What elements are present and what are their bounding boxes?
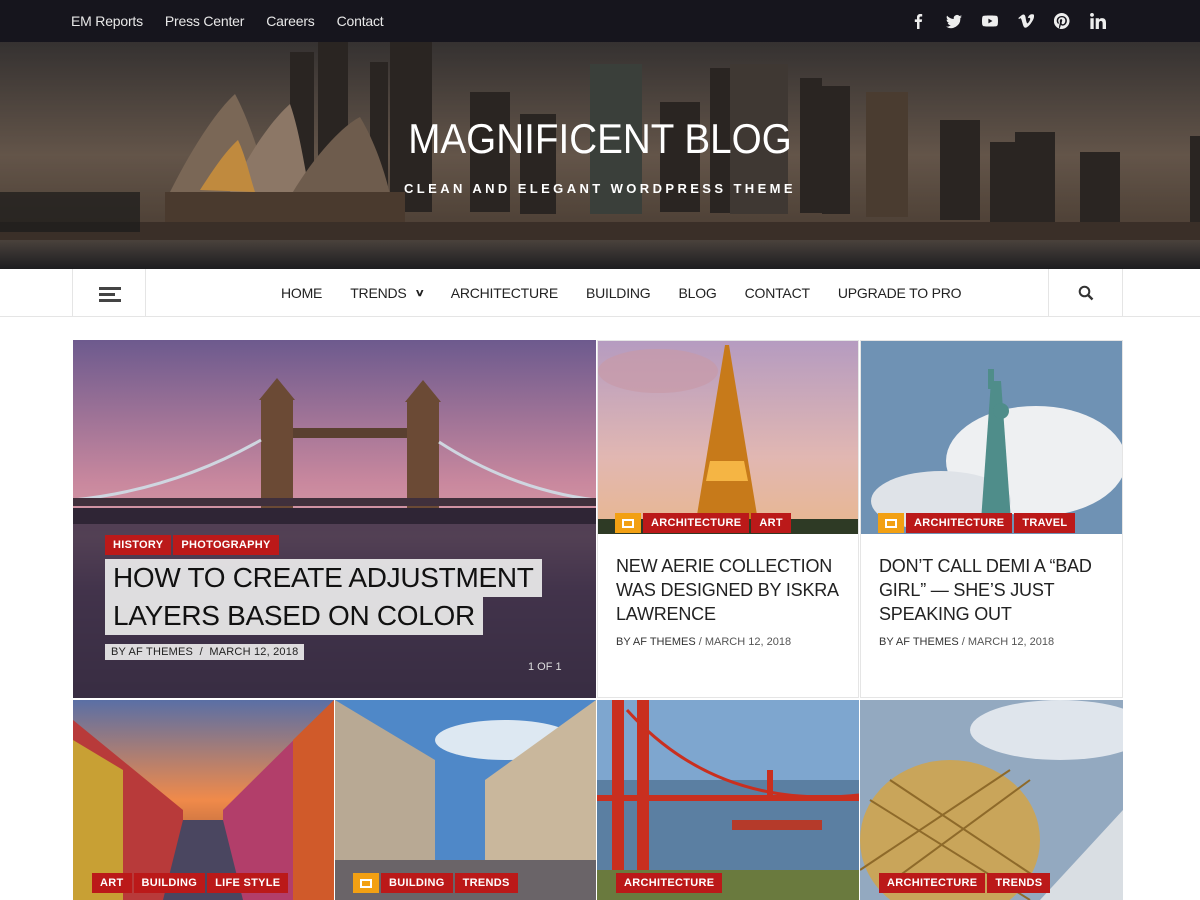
- tag-art[interactable]: ART: [92, 873, 132, 893]
- featured-title-line2[interactable]: LAYERS BASED ON COLOR: [105, 597, 483, 635]
- facebook-icon[interactable]: [900, 0, 936, 42]
- twitter-icon[interactable]: [936, 0, 972, 42]
- nav-label-blog: BLOG: [678, 285, 717, 301]
- top-link-careers[interactable]: Careers: [266, 13, 315, 29]
- bottom-tags-golden-gate: ARCHITECTURE: [616, 873, 724, 893]
- post-tags-aerie: ARCHITECTURE ART: [615, 513, 793, 533]
- top-bar: EM Reports Press Center Careers Contact: [0, 0, 1200, 42]
- bottom-tags-street: BUILDING TRENDS: [353, 873, 520, 893]
- bottom-card-golden-gate[interactable]: [597, 700, 859, 900]
- tag-life-style[interactable]: LIFE STYLE: [207, 873, 289, 893]
- post-author-demi[interactable]: BY AF THEMES: [879, 636, 959, 648]
- bottom-tags-pavilion: ARCHITECTURE TRENDS: [879, 873, 1052, 893]
- nav-label-home: HOME: [281, 285, 323, 301]
- gallery-format-icon: [878, 513, 904, 533]
- slide-counter: 1 OF 1: [528, 661, 562, 673]
- chevron-down-icon: ∨: [414, 287, 425, 299]
- tag-trends[interactable]: TRENDS: [454, 873, 518, 893]
- nav-item-blog[interactable]: BLOG: [679, 285, 717, 301]
- tag-architecture[interactable]: ARCHITECTURE: [643, 513, 750, 533]
- tag-art[interactable]: ART: [751, 513, 791, 533]
- featured-date: MARCH 12, 2018: [209, 646, 299, 658]
- nav-label-contact: CONTACT: [744, 285, 810, 301]
- regent-street-image: [335, 700, 596, 900]
- tag-photography[interactable]: PHOTOGRAPHY: [173, 535, 279, 555]
- site-header: MAGNIFICENT BLOG CLEAN AND ELEGANT WORDP…: [0, 42, 1200, 269]
- pinterest-icon[interactable]: [1044, 0, 1080, 42]
- top-link-em-reports[interactable]: EM Reports: [71, 13, 143, 29]
- nav-item-building[interactable]: BUILDING: [586, 285, 651, 301]
- featured-title-line1[interactable]: HOW TO CREATE ADJUSTMENT: [105, 559, 542, 597]
- featured-author[interactable]: BY AF THEMES: [111, 646, 193, 658]
- nav-item-upgrade[interactable]: UPGRADE TO PRO: [838, 285, 962, 301]
- statue-of-liberty-image: [861, 341, 1122, 534]
- bottom-card-canal[interactable]: [73, 700, 334, 900]
- nav-menu: HOME TRENDS ∨ ARCHITECTURE BUILDING BLOG …: [281, 269, 989, 317]
- nav-item-architecture[interactable]: ARCHITECTURE: [451, 285, 558, 301]
- bottom-card-street[interactable]: [335, 700, 596, 900]
- bottom-card-pavilion[interactable]: [860, 700, 1123, 900]
- tag-trends[interactable]: TRENDS: [987, 873, 1051, 893]
- post-meta-demi: BY AF THEMES / MARCH 12, 2018: [879, 636, 1111, 648]
- top-links: EM Reports Press Center Careers Contact: [71, 0, 405, 42]
- search-icon: [1078, 285, 1093, 301]
- post-title-aerie[interactable]: NEW AERIE COLLECTION WAS DESIGNED BY ISK…: [616, 554, 848, 626]
- image-format-icon: [615, 513, 641, 533]
- tag-travel[interactable]: TRAVEL: [1014, 513, 1076, 533]
- top-link-contact[interactable]: Contact: [337, 13, 384, 29]
- social-links: [900, 0, 1116, 42]
- search-button[interactable]: [1048, 269, 1123, 317]
- featured-tags: HISTORY PHOTOGRAPHY: [105, 535, 281, 555]
- nav-label-building: BUILDING: [585, 285, 651, 301]
- post-meta-aerie: BY AF THEMES / MARCH 12, 2018: [616, 636, 848, 648]
- tag-architecture[interactable]: ARCHITECTURE: [879, 873, 986, 893]
- post-title-demi[interactable]: DON’T CALL DEMI A “BAD GIRL” — SHE’S JUS…: [879, 554, 1111, 626]
- nav-item-contact[interactable]: CONTACT: [745, 285, 810, 301]
- site-tagline: CLEAN AND ELEGANT WORDPRESS THEME: [404, 181, 796, 196]
- linkedin-icon[interactable]: [1080, 0, 1116, 42]
- eiffel-tower-image: [598, 341, 858, 534]
- bottom-tags-canal: ART BUILDING LIFE STYLE: [92, 873, 290, 893]
- post-date-aerie: / MARCH 12, 2018: [698, 636, 792, 648]
- nav-label-trends: TRENDS: [350, 285, 407, 301]
- tag-history[interactable]: HISTORY: [105, 535, 172, 555]
- vimeo-icon[interactable]: [1008, 0, 1044, 42]
- wooden-pavilion-image: [860, 700, 1123, 900]
- main-navigation: HOME TRENDS ∨ ARCHITECTURE BUILDING BLOG …: [0, 269, 1200, 317]
- post-date-demi: / MARCH 12, 2018: [961, 636, 1055, 648]
- menu-toggle-icon[interactable]: [72, 269, 146, 317]
- nav-label-architecture: ARCHITECTURE: [450, 285, 558, 301]
- post-author-aerie[interactable]: BY AF THEMES: [616, 636, 696, 648]
- tag-building[interactable]: BUILDING: [133, 873, 206, 893]
- featured-separator: /: [199, 646, 203, 658]
- featured-title[interactable]: HOW TO CREATE ADJUSTMENT LAYERS BASED ON…: [105, 559, 542, 635]
- gallery-format-icon: [353, 873, 379, 893]
- canal-houses-image: [73, 700, 334, 900]
- site-title[interactable]: MAGNIFICENT BLOG: [48, 115, 1152, 163]
- tag-architecture[interactable]: ARCHITECTURE: [906, 513, 1013, 533]
- post-tags-demi: ARCHITECTURE TRAVEL: [878, 513, 1077, 533]
- golden-gate-image: [597, 700, 859, 900]
- youtube-icon[interactable]: [972, 0, 1008, 42]
- featured-byline: BY AF THEMES / MARCH 12, 2018: [105, 644, 305, 660]
- tag-architecture[interactable]: ARCHITECTURE: [616, 873, 723, 893]
- nav-item-home[interactable]: HOME: [281, 285, 322, 301]
- tag-building[interactable]: BUILDING: [381, 873, 453, 893]
- nav-item-trends[interactable]: TRENDS ∨: [350, 285, 425, 301]
- top-link-press-center[interactable]: Press Center: [165, 13, 244, 29]
- nav-label-upgrade: UPGRADE TO PRO: [837, 285, 962, 301]
